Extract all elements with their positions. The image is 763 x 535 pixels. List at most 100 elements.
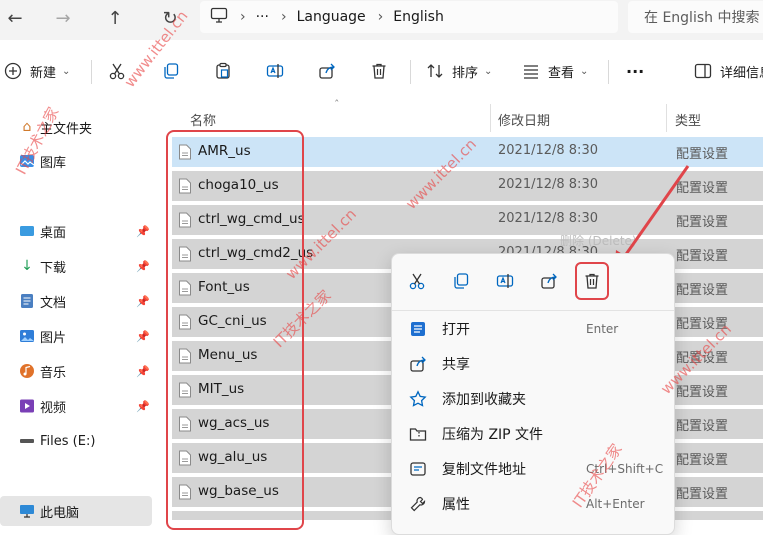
file-date: 2021/12/8 8:30 <box>498 177 598 192</box>
column-divider[interactable] <box>666 104 667 132</box>
copy-button[interactable] <box>162 56 180 86</box>
more-options-button[interactable]: ··· <box>626 56 644 86</box>
sort-ascending-icon: ˆ <box>334 98 340 111</box>
desktop-icon <box>18 222 36 240</box>
rename-icon <box>496 272 514 294</box>
sidebar-item-label: 图库 <box>40 155 67 171</box>
file-type: 配置设置 <box>676 453 729 468</box>
delete-button[interactable] <box>370 56 388 86</box>
sort-label: 排序 <box>452 65 479 81</box>
view-list-icon <box>522 62 540 80</box>
annotation-delete-highlight <box>575 262 609 300</box>
share-icon <box>540 272 558 294</box>
column-date-header[interactable]: 修改日期 <box>498 110 550 129</box>
column-type-header[interactable]: 类型 <box>675 110 701 129</box>
divider <box>91 60 92 84</box>
new-label: 新建 <box>30 65 57 81</box>
computer-icon <box>210 7 228 27</box>
breadcrumb-english[interactable]: English <box>393 9 444 25</box>
menu-item-label: 打开 <box>442 322 470 338</box>
sidebar-item-label: 桌面 <box>40 225 67 241</box>
shortcut-hint: Alt+Enter <box>586 497 645 511</box>
sidebar-item-label: 文档 <box>40 295 67 311</box>
sidebar-item-downloads[interactable]: ↓ 下载 📌 <box>0 251 152 281</box>
column-name-header[interactable]: 名称 <box>190 110 216 129</box>
divider <box>410 60 411 84</box>
divider <box>608 60 609 84</box>
sidebar-item-documents[interactable]: 文档 📌 <box>0 286 152 316</box>
back-button[interactable]: ← <box>0 3 30 33</box>
search-input[interactable]: 在 English 中搜索 <box>628 1 763 33</box>
sidebar-item-videos[interactable]: 视频 📌 <box>0 391 152 421</box>
pin-icon[interactable]: 📌 <box>136 400 150 413</box>
chevron-right-icon: › <box>240 9 246 25</box>
pin-icon[interactable]: 📌 <box>136 365 150 378</box>
menu-item-label: 复制文件地址 <box>442 462 526 478</box>
new-button[interactable]: 新建 ⌄ <box>4 56 70 86</box>
document-icon <box>18 292 36 310</box>
arrow-left-icon: ← <box>7 7 23 29</box>
paste-button[interactable] <box>214 56 232 86</box>
column-divider[interactable] <box>490 104 491 132</box>
share-action[interactable] <box>532 266 566 300</box>
share-button[interactable] <box>318 56 336 86</box>
chevron-down-icon: ⌄ <box>484 65 493 77</box>
copy-action[interactable] <box>444 266 478 300</box>
file-type: 配置设置 <box>676 283 729 298</box>
sidebar-item-drive-e[interactable]: Files (E:) <box>0 426 152 456</box>
sidebar-item-label: 下载 <box>40 260 67 276</box>
pin-icon[interactable]: 📌 <box>136 330 150 343</box>
chevron-right-icon: › <box>280 9 287 25</box>
rename-action[interactable] <box>488 266 522 300</box>
sidebar-item-desktop[interactable]: 桌面 📌 <box>0 216 152 246</box>
share-icon <box>318 62 336 80</box>
computer-icon <box>18 502 36 520</box>
menu-item-copy-path[interactable]: 复制文件地址 Ctrl+Shift+C <box>396 452 670 486</box>
pin-icon[interactable]: 📌 <box>136 295 150 308</box>
sidebar-item-home[interactable]: ⌂ 主文件夹 <box>0 112 152 142</box>
menu-item-label: 属性 <box>442 497 470 513</box>
details-button[interactable]: 详细信息 <box>694 56 763 86</box>
menu-item-add-favorites[interactable]: 添加到收藏夹 <box>396 382 670 416</box>
sidebar-item-label: 视频 <box>40 400 67 416</box>
up-button[interactable]: ↑ <box>100 3 130 33</box>
breadcrumb-more[interactable]: ··· <box>256 9 269 25</box>
open-icon <box>408 319 428 339</box>
sidebar-item-music[interactable]: 音乐 📌 <box>0 356 152 386</box>
file-type: 配置设置 <box>676 419 729 434</box>
pin-icon[interactable]: 📌 <box>136 260 150 273</box>
sort-button[interactable]: 排序 ⌄ <box>426 56 492 86</box>
properties-icon <box>408 494 428 514</box>
menu-item-share[interactable]: 共享 <box>396 347 670 381</box>
chevron-right-icon: › <box>377 9 384 25</box>
chevron-down-icon: ⌄ <box>62 65 71 77</box>
breadcrumb-language[interactable]: Language <box>297 9 366 25</box>
forward-button[interactable]: → <box>48 3 78 33</box>
address-bar-area: ← → ↑ ↻ › ··· › Language › English 在 Eng… <box>0 0 763 40</box>
command-bar: 新建 ⌄ 排序 ⌄ 查看 ⌄ ··· 详细信 <box>0 48 763 96</box>
menu-item-open[interactable]: 打开 Enter <box>396 312 670 346</box>
menu-item-label: 添加到收藏夹 <box>442 392 526 408</box>
search-placeholder: 在 English 中搜索 <box>644 10 760 26</box>
view-button[interactable]: 查看 ⌄ <box>522 56 588 86</box>
music-icon <box>18 362 36 380</box>
sidebar-item-this-pc[interactable]: 此电脑 <box>0 496 152 526</box>
pin-icon[interactable]: 📌 <box>136 225 150 238</box>
more-label: ··· <box>626 61 645 81</box>
copy-icon <box>162 62 180 80</box>
file-date: 2021/12/8 8:30 <box>498 211 598 226</box>
menu-item-compress-zip[interactable]: 压缩为 ZIP 文件 <box>396 417 670 451</box>
copy-path-icon <box>408 459 428 479</box>
video-icon <box>18 397 36 415</box>
rename-button[interactable] <box>266 56 284 86</box>
address-path[interactable]: › ··· › Language › English <box>200 1 618 33</box>
shortcut-hint: Enter <box>586 322 619 336</box>
menu-item-properties[interactable]: 属性 Alt+Enter <box>396 487 670 521</box>
details-label: 详细信息 <box>720 65 763 81</box>
sidebar-item-pictures[interactable]: 图片 📌 <box>0 321 152 351</box>
download-icon: ↓ <box>21 258 33 274</box>
zip-icon <box>408 424 428 444</box>
cut-action[interactable] <box>400 266 434 300</box>
file-date: 2021/12/8 8:30 <box>498 143 598 158</box>
sidebar-item-label: 音乐 <box>40 365 67 381</box>
